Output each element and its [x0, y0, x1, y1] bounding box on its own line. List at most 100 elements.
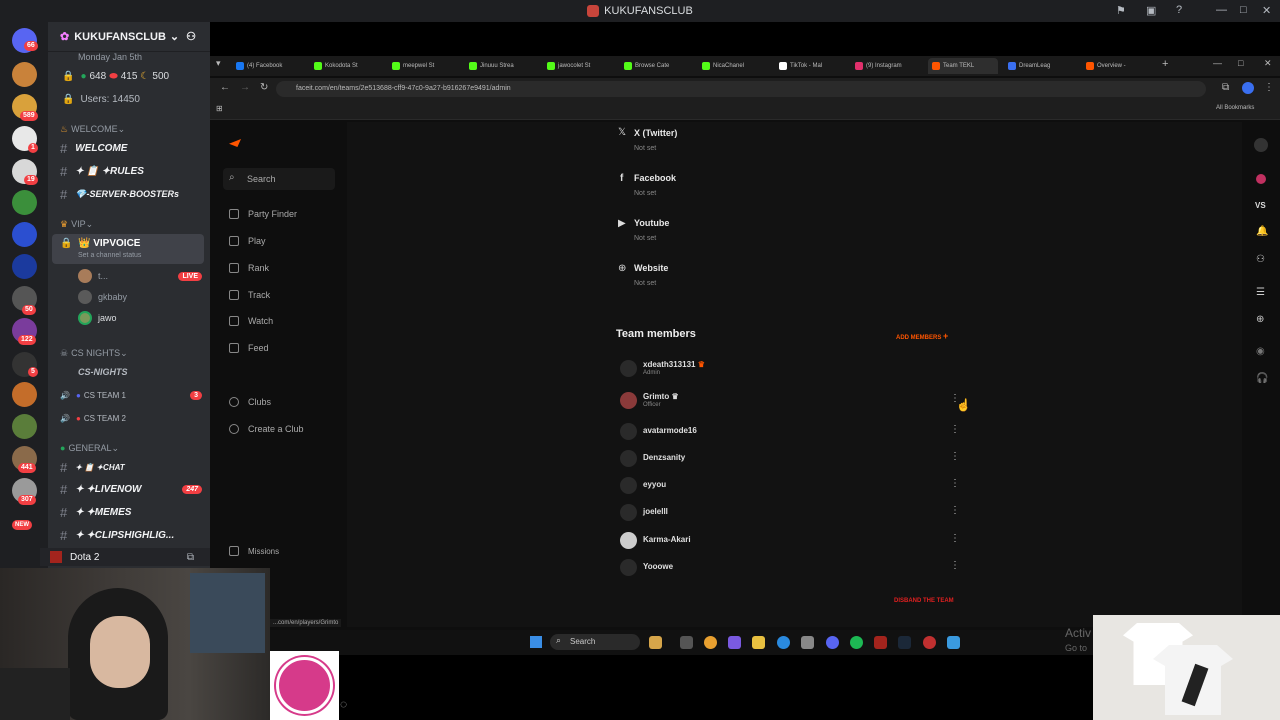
friends-icon[interactable]: ⚇	[1256, 254, 1265, 265]
inbox-flag-icon[interactable]: ⚑	[1116, 4, 1126, 17]
server-icon[interactable]	[12, 190, 37, 215]
browser-tab[interactable]: (4) Facebook	[236, 58, 304, 74]
member-row[interactable]: Denzsanity ⋮	[616, 446, 972, 470]
screen-share-icon[interactable]: ⧉	[187, 552, 194, 563]
member-row[interactable]: xdeath313131 ♛ Admin	[616, 356, 972, 380]
channel-livenow[interactable]: # ✦ ✦LIVENOW 247	[48, 480, 210, 498]
team-icon[interactable]: ☰	[1256, 287, 1265, 298]
windows-start-icon[interactable]	[530, 636, 542, 648]
back-icon[interactable]: ←	[220, 82, 230, 93]
voice-user[interactable]: t... LIVE	[48, 267, 210, 285]
channel-cs-team-2[interactable]: 🔊 ● CS TEAM 2	[48, 409, 210, 427]
user-icon[interactable]: ◉	[1256, 346, 1265, 357]
forward-icon[interactable]: →	[240, 82, 250, 93]
channel-vipvoice[interactable]: 🔒 👑 VIPVOICE Set a channel status	[52, 234, 204, 264]
category-welcome[interactable]: ♨ WELCOME ⌄	[48, 120, 210, 138]
apps-grid-icon[interactable]: ⊞	[216, 104, 223, 113]
steam-icon[interactable]	[898, 636, 911, 649]
bell-icon[interactable]: 🔔	[1256, 226, 1268, 237]
nav-feed[interactable]: Feed	[229, 340, 269, 356]
member-name[interactable]: avatarmode16	[643, 426, 697, 435]
notepad-icon[interactable]	[947, 636, 960, 649]
member-name[interactable]: Grimto ♛	[643, 392, 679, 401]
browser-tab[interactable]: Kokodota St	[314, 58, 382, 74]
server-icon[interactable]	[12, 254, 37, 279]
member-name[interactable]: xdeath313131 ♛	[643, 360, 705, 369]
more-options-icon[interactable]: ⋮	[950, 504, 960, 518]
channel-rules[interactable]: # ✦ 📋 ✦RULES	[48, 162, 210, 180]
discord-icon[interactable]	[826, 636, 839, 649]
add-friend-icon[interactable]: ⚇	[186, 30, 196, 43]
activity-bar[interactable]: Dota 2 ⧉	[40, 548, 210, 566]
browser-tab[interactable]: NicaChanel	[702, 58, 770, 74]
voice-user[interactable]: jawo	[48, 309, 210, 327]
reload-icon[interactable]: ↻	[260, 82, 268, 93]
category-general[interactable]: ● GENERAL ⌄	[48, 439, 210, 457]
nav-missions[interactable]: Missions	[229, 543, 279, 559]
new-tab-button[interactable]: +	[1162, 58, 1168, 70]
url-input[interactable]: faceit.com/en/teams/2e513688-cff9-47c0-9…	[276, 81, 1206, 97]
browser-tab[interactable]: Overview -	[1086, 58, 1148, 74]
minimize-button[interactable]: —	[1216, 4, 1227, 16]
browser-tab[interactable]: (9) Instagram	[855, 58, 923, 74]
category-vip[interactable]: ♛ VIP ⌄	[48, 215, 210, 233]
nav-clubs[interactable]: Clubs	[229, 394, 271, 410]
member-row[interactable]: joelelll ⋮	[616, 500, 972, 524]
channel-cs-team-1[interactable]: 🔊 ● CS TEAM 1 3	[48, 386, 210, 404]
store-icon[interactable]	[801, 636, 814, 649]
browser-tab[interactable]: TikTok - Mal	[779, 58, 847, 74]
file-explorer-icon[interactable]	[752, 636, 765, 649]
taskbar-app-icon[interactable]	[649, 636, 662, 649]
help-icon[interactable]: ?	[1176, 4, 1182, 16]
browser-tab[interactable]: DreamLeag	[1008, 58, 1076, 74]
more-options-icon[interactable]: ⋮	[950, 532, 960, 546]
browser-tab-active[interactable]: Team TEKL	[928, 58, 998, 74]
search-input[interactable]: ⌕ Search	[223, 168, 335, 190]
chrome-icon[interactable]	[704, 636, 717, 649]
server-icon[interactable]	[12, 414, 37, 439]
channel-chat[interactable]: # ✦ 📋 ✦CHAT	[48, 458, 210, 476]
browser-tab[interactable]: Browse Cate	[624, 58, 692, 74]
screen-icon[interactable]: ▣	[1146, 4, 1156, 17]
disband-team-button[interactable]: DISBAND THE TEAM	[894, 598, 954, 604]
channel-memes[interactable]: # ✦ ✦MEMES	[48, 503, 210, 521]
headset-icon[interactable]: 🎧	[1256, 373, 1268, 384]
edge-icon[interactable]	[777, 636, 790, 649]
nav-rank[interactable]: Rank	[229, 260, 269, 276]
more-options-icon[interactable]: ⋮	[950, 423, 960, 437]
nav-track[interactable]: Track	[229, 287, 270, 303]
member-name[interactable]: Yooowe	[643, 562, 673, 571]
browser-tab[interactable]: jawocolet St	[547, 58, 615, 74]
category-cs-nights[interactable]: ☠ CS NIGHTS ⌄	[48, 344, 210, 362]
channel-status-text[interactable]: Set a channel status	[78, 252, 141, 259]
channel-cs-nights[interactable]: CS-NIGHTS	[48, 363, 210, 381]
nav-play[interactable]: Play	[229, 233, 266, 249]
member-name[interactable]: joelelll	[643, 507, 668, 516]
server-icon[interactable]	[12, 382, 37, 407]
member-row[interactable]: avatarmode16 ⋮	[616, 419, 972, 443]
browser-tab[interactable]: meepwel St	[392, 58, 460, 74]
add-circle-icon[interactable]: ⊕	[1256, 314, 1264, 325]
more-options-icon[interactable]: ⋮	[950, 450, 960, 464]
menu-icon[interactable]: ⋮	[1264, 82, 1274, 93]
close-button[interactable]: ✕	[1264, 58, 1272, 69]
maximize-button[interactable]: □	[1238, 58, 1243, 68]
channel-welcome[interactable]: # WELCOME	[48, 139, 210, 157]
server-icon[interactable]	[12, 222, 37, 247]
server-icon[interactable]	[12, 62, 37, 87]
faceit-taskbar-icon[interactable]	[923, 636, 936, 649]
maximize-button[interactable]: □	[1240, 4, 1247, 16]
profile-avatar[interactable]	[1242, 82, 1254, 94]
more-options-icon[interactable]: ⋮	[950, 559, 960, 573]
extensions-icon[interactable]: ⧉	[1222, 82, 1229, 93]
add-members-button[interactable]: ADD MEMBERS +	[896, 331, 948, 341]
close-button[interactable]: ✕	[1262, 4, 1271, 17]
member-row[interactable]: Grimto ♛ Officer ⋮	[616, 388, 972, 412]
more-options-icon[interactable]: ⋮	[950, 477, 960, 491]
channel-boosters[interactable]: # 💎-SERVER-BOOSTERs	[48, 185, 210, 203]
member-name[interactable]: eyyou	[643, 480, 666, 489]
task-view-icon[interactable]	[680, 636, 693, 649]
member-name[interactable]: Karma-Akari	[643, 535, 691, 544]
party-icon[interactable]	[1256, 174, 1266, 184]
nav-create-club[interactable]: Create a Club	[229, 421, 304, 437]
